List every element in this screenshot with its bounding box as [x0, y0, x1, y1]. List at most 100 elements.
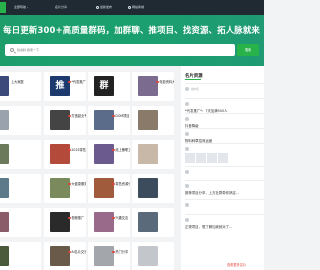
- group-card[interactable]: 零售资源分...: [88, 174, 130, 203]
- group-title[interactable]: 视频推广: [68, 215, 86, 220]
- group-thumbnail[interactable]: [138, 212, 158, 232]
- group-thumbnail[interactable]: [138, 110, 158, 130]
- group-card[interactable]: [0, 242, 41, 270]
- group-card[interactable]: 群: [88, 72, 130, 101]
- group-thumbnail[interactable]: [50, 178, 70, 198]
- group-card[interactable]: 兴趣交友: [88, 208, 130, 237]
- group-title[interactable]: 电影资料大全: [156, 79, 174, 84]
- group-thumbnail[interactable]: [0, 144, 9, 164]
- group-card[interactable]: [132, 140, 174, 169]
- group-card[interactable]: [132, 208, 174, 237]
- group-title-text: 兴趣交友: [115, 216, 129, 220]
- nav-item-card-share[interactable]: 名片分享: [55, 5, 67, 9]
- thumbnail-text: [138, 212, 158, 232]
- feed-item[interactable]: *代发推广*：7天加满500人: [185, 98, 264, 113]
- group-thumbnail[interactable]: [138, 246, 158, 266]
- group-thumbnail[interactable]: [50, 246, 70, 266]
- group-title[interactable]: 打造副业专...: [68, 113, 86, 118]
- search-input[interactable]: [17, 46, 217, 54]
- feed-image-row: [185, 153, 229, 163]
- thumbnail-text: [94, 246, 114, 266]
- group-title[interactable]: *代发推广*: [68, 79, 86, 84]
- group-title[interactable]: 热门分享: [112, 249, 130, 254]
- group-card[interactable]: 大健康服务: [44, 174, 86, 203]
- group-card[interactable]: [0, 208, 41, 237]
- group-card[interactable]: [132, 106, 174, 135]
- search-box[interactable]: [5, 44, 235, 56]
- avatar: [185, 184, 189, 188]
- search-button[interactable]: 搜索: [237, 44, 259, 56]
- group-title[interactable]: 兴趣交友: [112, 215, 130, 220]
- group-card[interactable]: [0, 174, 41, 203]
- group-thumbnail[interactable]: [94, 178, 114, 198]
- feed-item[interactable]: [185, 143, 264, 165]
- feed-item[interactable]: [185, 199, 264, 213]
- nav-item-latest[interactable]: 最新发布: [96, 5, 112, 9]
- thumbnail-text: [94, 178, 114, 198]
- group-title[interactable]: 上大家庭: [11, 79, 39, 84]
- group-thumbnail[interactable]: [0, 110, 9, 130]
- feed-image[interactable]: [218, 153, 228, 163]
- group-card[interactable]: DOM项目: [88, 106, 130, 135]
- feed-item[interactable]: 物料种草招商运营: [185, 128, 264, 143]
- group-card[interactable]: 电影资料大全: [132, 72, 174, 101]
- feed-item[interactable]: 推荐项目分享，上万社群带你搞定...: [185, 180, 264, 195]
- group-card[interactable]: [0, 140, 41, 169]
- feed-item[interactable]: 抖音降级: [185, 113, 264, 128]
- group-thumbnail[interactable]: [0, 246, 9, 266]
- feed-image[interactable]: [196, 153, 206, 163]
- group-thumbnail[interactable]: [138, 76, 158, 96]
- group-thumbnail[interactable]: [0, 178, 9, 198]
- group-title[interactable]: 大健康服务: [68, 181, 86, 186]
- nav-item-shop[interactable]: 网站商城: [128, 5, 144, 9]
- group-thumbnail[interactable]: [0, 76, 9, 96]
- group-thumbnail[interactable]: [50, 144, 70, 164]
- feed-item[interactable]: [185, 166, 264, 180]
- group-card[interactable]: [132, 174, 174, 203]
- group-thumbnail[interactable]: [0, 212, 9, 232]
- thumbnail-text: [50, 110, 70, 130]
- group-card[interactable]: 推 *代发推广*: [44, 72, 86, 101]
- group-card[interactable]: 热门分享: [88, 242, 130, 270]
- group-title[interactable]: 零售资源分...: [112, 181, 130, 186]
- site-logo[interactable]: [0, 2, 6, 13]
- group-card[interactable]: 线上兼职工作: [88, 140, 130, 169]
- group-thumbnail[interactable]: [50, 110, 70, 130]
- group-card[interactable]: 打造副业专...: [44, 106, 86, 135]
- thumbnail-text: [0, 144, 9, 164]
- group-title-text: 热门分享: [115, 250, 129, 254]
- group-title-text: 线上兼职工作: [115, 148, 130, 152]
- feed-item[interactable]: 用户名: [185, 83, 264, 97]
- group-card[interactable]: 2025零售高...: [44, 140, 86, 169]
- group-card[interactable]: 上大家庭: [0, 72, 41, 101]
- group-thumbnail[interactable]: [138, 178, 158, 198]
- group-thumbnail[interactable]: [94, 110, 114, 130]
- group-card[interactable]: 视频推广: [44, 208, 86, 237]
- group-thumbnail[interactable]: [94, 144, 114, 164]
- group-card[interactable]: [132, 242, 174, 270]
- avatar: [185, 203, 189, 207]
- view-more-link[interactable]: 查看更多名片: [227, 262, 246, 267]
- avatar: [185, 218, 189, 222]
- side-panel: 名片资源 用户名 *代发推广*：7天加满500人 抖音降级 物料种草招商运营 推荐项目分…: [181, 66, 264, 270]
- group-title-text: 零售资源分...: [115, 182, 130, 186]
- group-thumbnail[interactable]: [138, 144, 158, 164]
- group-thumbnail[interactable]: 推: [50, 76, 70, 96]
- group-card[interactable]: [0, 106, 41, 135]
- feed-item[interactable]: 正规项目，想了解加我就对了...: [185, 214, 264, 229]
- group-title[interactable]: 线上兼职工作: [112, 147, 130, 152]
- group-title-text: 视频推广: [71, 216, 85, 220]
- group-thumbnail[interactable]: [94, 246, 114, 266]
- group-title[interactable]: DOM项目: [112, 113, 130, 118]
- feed-image[interactable]: [185, 153, 195, 163]
- group-thumbnail[interactable]: [94, 212, 114, 232]
- group-title[interactable]: 2025零售高...: [68, 147, 86, 152]
- feed-image[interactable]: [207, 153, 217, 163]
- group-title[interactable]: AI名片交流群: [68, 249, 86, 254]
- avatar: [185, 102, 189, 106]
- nav-item-all[interactable]: 全部导航▾: [14, 5, 28, 9]
- group-thumbnail[interactable]: 群: [94, 76, 114, 96]
- nav-label: 最新发布: [100, 5, 113, 9]
- group-thumbnail[interactable]: [50, 212, 70, 232]
- group-card[interactable]: AI名片交流群: [44, 242, 86, 270]
